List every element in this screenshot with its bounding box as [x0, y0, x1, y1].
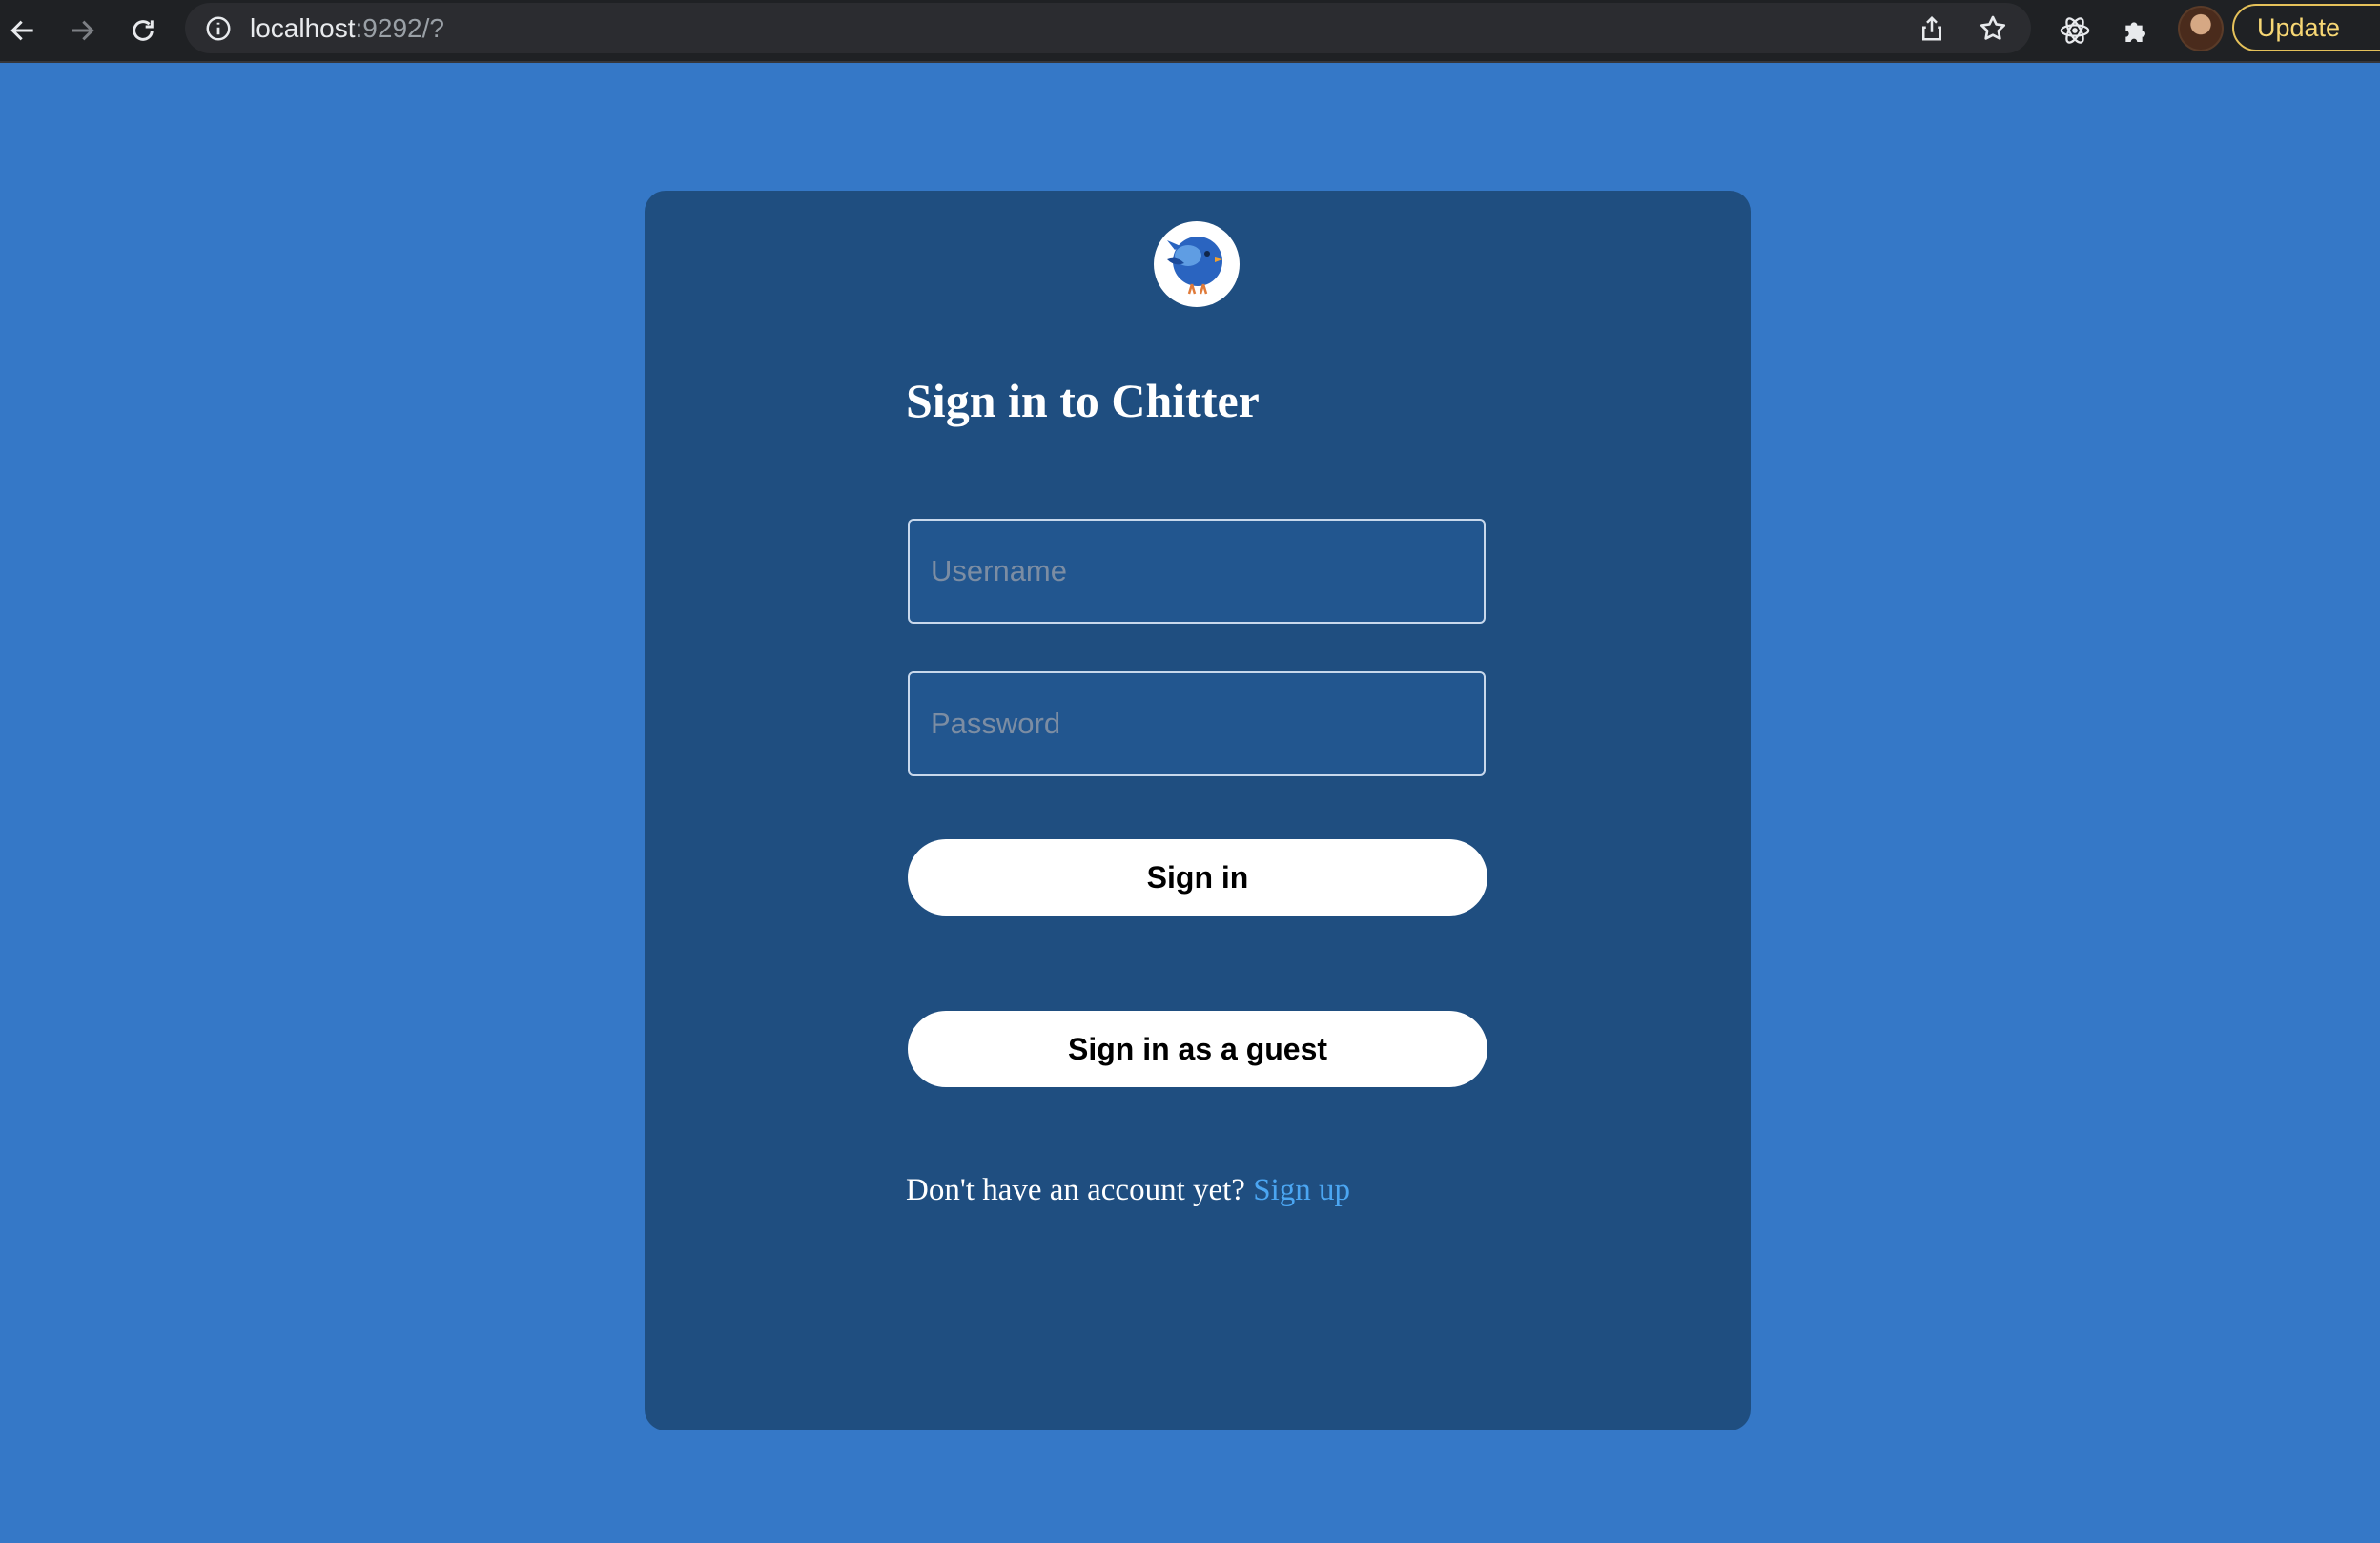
- sign-up-link[interactable]: Sign up: [1253, 1173, 1350, 1207]
- extensions-puzzle-icon: [2125, 22, 2145, 42]
- page-title: Sign in to Chitter: [906, 374, 1260, 427]
- reload-button[interactable]: [122, 10, 164, 51]
- info-icon: [206, 16, 231, 41]
- chitter-bird-logo: [1154, 221, 1240, 307]
- url-text: localhost:9292/?: [250, 12, 444, 45]
- back-button[interactable]: [2, 10, 44, 51]
- extensions-button[interactable]: [2117, 11, 2155, 50]
- sign-in-card: Sign in to Chitter Sign in Sign in as a …: [645, 191, 1751, 1430]
- react-devtools-icon: [2060, 17, 2090, 44]
- password-input[interactable]: [908, 671, 1486, 776]
- share-button[interactable]: [1915, 11, 1949, 46]
- browser-toolbar: localhost:9292/? Update: [0, 0, 2380, 63]
- url-path: :9292/?: [355, 13, 444, 43]
- guest-sign-in-button[interactable]: Sign in as a guest: [908, 1011, 1488, 1087]
- site-info-button[interactable]: [204, 14, 233, 43]
- url-host: localhost: [250, 13, 356, 43]
- profile-avatar[interactable]: [2178, 6, 2224, 51]
- reload-icon: [133, 20, 154, 41]
- bookmark-button[interactable]: [1976, 11, 2010, 46]
- no-account-text: Don't have an account yet?: [906, 1173, 1245, 1207]
- forward-button[interactable]: [61, 10, 103, 51]
- username-input[interactable]: [908, 519, 1486, 624]
- update-button[interactable]: Update: [2232, 4, 2380, 51]
- forward-arrow-icon: [72, 20, 94, 41]
- share-icon: [1922, 15, 1941, 41]
- bookmark-star-icon: [1980, 15, 2006, 40]
- sign-in-button[interactable]: Sign in: [908, 839, 1488, 916]
- react-devtools-button[interactable]: [2056, 11, 2094, 50]
- back-arrow-icon: [10, 20, 33, 41]
- address-bar[interactable]: localhost:9292/?: [185, 3, 2031, 53]
- signup-prompt: Don't have an account yet? Sign up: [906, 1173, 1350, 1208]
